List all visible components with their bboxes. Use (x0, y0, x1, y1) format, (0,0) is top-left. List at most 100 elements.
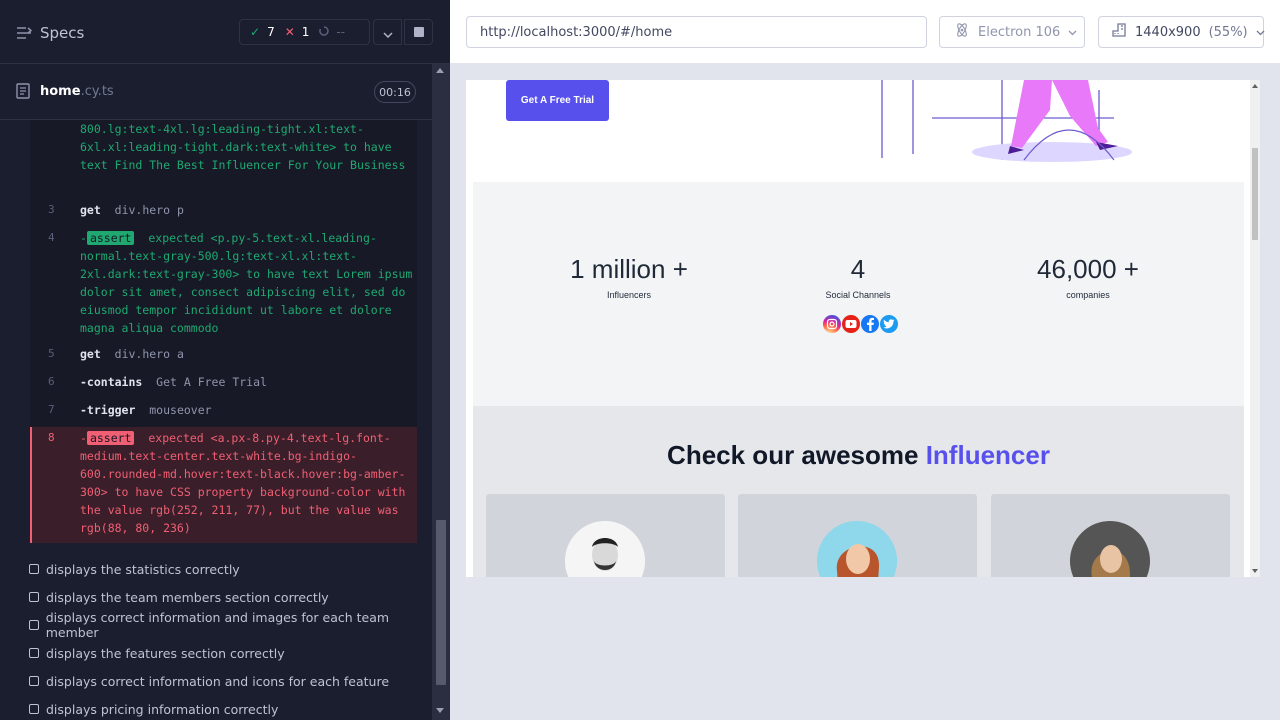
youtube-icon[interactable] (842, 315, 860, 333)
browser-selector[interactable]: Electron 106 (939, 16, 1085, 48)
test-title: displays correct information and icons f… (46, 673, 390, 689)
social-icons (823, 315, 898, 333)
app-scrollbar-thumb[interactable] (1252, 148, 1258, 240)
failed-command-row[interactable]: 8 - assert expected <a.px-8.py-4.text-lg.… (30, 427, 417, 543)
command-message: get div.hero p (80, 201, 415, 219)
command-message: -trigger mouseover (80, 401, 415, 419)
menu-icon (16, 26, 32, 40)
statistics-section: 1 million + Influencers 4 Social Channel… (473, 182, 1244, 406)
specs-label: Specs (40, 24, 85, 42)
avatar (1070, 521, 1150, 577)
test-title: displays pricing information correctly (46, 701, 279, 717)
command-part: to have CSS property (107, 485, 261, 499)
test-status-icon (29, 620, 39, 630)
command-number: 8 (48, 431, 55, 444)
check-icon: ✓ (250, 25, 261, 39)
command-part: expected (148, 431, 211, 445)
test-title: displays the team members section correc… (46, 589, 329, 605)
command-name: get (80, 203, 101, 217)
command-number: 5 (48, 347, 55, 360)
team-title-accent: Influencer (925, 440, 1050, 470)
reporter-header: Specs ✓ 7 ✕ 1 -- (0, 0, 450, 64)
test-item[interactable]: displays the statistics correctly (29, 560, 240, 578)
command-arg: div.hero a (114, 347, 184, 361)
test-item[interactable]: displays the team members section correc… (29, 588, 329, 606)
spec-file-header[interactable]: home.cy.ts 00:16 (0, 72, 432, 120)
app-scroll-down-icon[interactable] (1252, 569, 1258, 573)
team-title-prefix: Check our awesome (667, 440, 926, 470)
avatar (565, 521, 645, 577)
spec-file-name: home.cy.ts (40, 84, 114, 99)
test-status-icon (29, 592, 39, 602)
test-item[interactable]: displays pricing information correctly (29, 700, 278, 718)
team-member-card[interactable] (738, 494, 977, 577)
app-scroll-up-icon[interactable] (1252, 84, 1258, 88)
command-dash: - (80, 431, 87, 445)
facebook-icon[interactable] (861, 315, 879, 333)
assert-badge: assert (86, 231, 135, 245)
scroll-up-arrow-icon[interactable] (436, 68, 444, 73)
chevron-down-icon (382, 23, 393, 42)
twitter-icon[interactable] (880, 315, 898, 333)
viewport-selector[interactable]: 1440x900 (55%) (1098, 16, 1265, 48)
stat-label: Social Channels (825, 290, 891, 300)
command-name: -trigger (80, 403, 136, 417)
command-part: Find The Best Influencer For Your Busine… (114, 158, 406, 172)
document-icon (16, 83, 30, 103)
spec-file-basename: home (40, 84, 81, 99)
command-part: expected (148, 231, 211, 245)
command-arg: mouseover (149, 403, 212, 417)
pending-icon (319, 25, 330, 39)
cypress-runner: Specs ✓ 7 ✕ 1 -- home.cy.ts 00:16 800.lg… (0, 0, 1280, 720)
command-arg: Get A Free Trial (156, 375, 267, 389)
command-part: background-color (260, 485, 371, 499)
get-free-trial-button[interactable]: Get A Free Trial (506, 80, 609, 121)
test-title: displays the statistics correctly (46, 561, 240, 577)
failed-count: 1 (301, 25, 310, 39)
avatar (817, 521, 897, 577)
reporter-scrollbar-thumb[interactable] (436, 520, 446, 685)
command-message: get div.hero a (80, 345, 415, 363)
command-part: , but the value was (266, 503, 399, 517)
team-member-card[interactable] (991, 494, 1230, 577)
browser-name: Electron 106 (978, 24, 1061, 40)
viewport-scale: (55%) (1208, 24, 1248, 40)
viewport-size: 1440x900 (1135, 24, 1201, 40)
app-iframe: Get A Free Trial 1 million + Influencers (466, 80, 1260, 577)
pending-stat: -- (309, 25, 345, 39)
command-name: -contains (80, 375, 143, 389)
instagram-icon[interactable] (823, 315, 841, 333)
test-item[interactable]: displays the features section correctly (29, 644, 285, 662)
team-section-title: Check our awesome Influencer (473, 440, 1244, 471)
aut-header: http://localhost:3000/#/home Electron 10… (450, 0, 1280, 64)
command-arg: div.hero p (114, 203, 184, 217)
x-icon: ✕ (284, 25, 295, 39)
test-item[interactable]: displays correct information and icons f… (29, 672, 389, 690)
stat-value: 46,000 + (1037, 254, 1139, 284)
passed-stat: ✓ 7 (240, 25, 275, 39)
electron-icon (954, 22, 970, 42)
command-number: 7 (48, 403, 55, 416)
command-number: 3 (48, 203, 55, 216)
specs-toggle[interactable]: Specs (16, 22, 84, 44)
scroll-down-arrow-icon[interactable] (436, 708, 444, 713)
failed-stat: ✕ 1 (275, 25, 310, 39)
test-item[interactable]: displays correct information and images … (29, 610, 432, 640)
reporter-panel: Specs ✓ 7 ✕ 1 -- home.cy.ts 00:16 800.lg… (0, 0, 450, 720)
chevron-down-icon (1256, 25, 1265, 40)
spec-file-ext: .cy.ts (80, 84, 114, 99)
test-status-icon (29, 676, 39, 686)
url-bar[interactable]: http://localhost:3000/#/home (466, 16, 927, 48)
spec-duration: 00:16 (374, 81, 416, 103)
options-dropdown-button[interactable] (373, 19, 402, 45)
stat-value: 4 (850, 254, 866, 284)
team-member-card[interactable] (486, 494, 725, 577)
stat-companies: 46,000 + companies (1023, 254, 1153, 300)
test-status-icon (29, 648, 39, 658)
command-part: to have text (239, 267, 337, 281)
stat-influencers: 1 million + Influencers (564, 254, 694, 300)
command-number: 6 (48, 375, 55, 388)
stop-button[interactable] (404, 19, 433, 45)
hero-illustration (881, 80, 1132, 162)
command-message: -contains Get A Free Trial (80, 373, 415, 391)
